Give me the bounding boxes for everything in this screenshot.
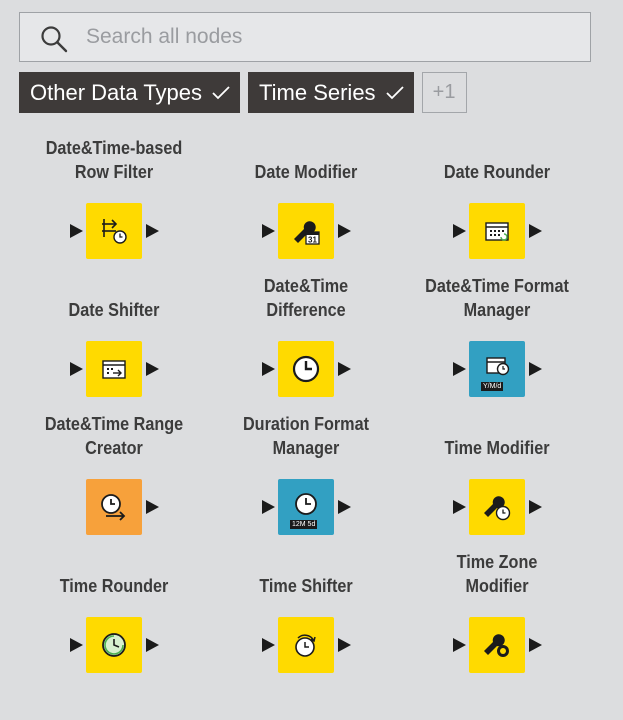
search-icon xyxy=(41,26,68,53)
input-port-icon xyxy=(453,362,466,376)
input-port-icon xyxy=(453,638,466,652)
node-label: Time Modifier xyxy=(444,438,550,458)
node-label: Date&Time xyxy=(263,276,349,296)
node-label: Difference xyxy=(266,300,346,320)
tag-label: Other Data Types xyxy=(30,79,203,105)
wrench-clock-icon xyxy=(484,496,511,521)
calendar-rounder-icon xyxy=(485,222,509,241)
node-icon-box[interactable]: Y/M/d xyxy=(469,341,525,397)
node-label: Date&Time Range xyxy=(44,414,184,434)
output-port-icon xyxy=(338,638,351,652)
node-label: Modifier xyxy=(465,576,529,596)
tag-label: Time Series xyxy=(259,79,376,105)
node-label: Date Modifier xyxy=(254,162,358,182)
node-icon-box[interactable]: 12M 5d xyxy=(278,479,334,535)
input-port-icon xyxy=(453,500,466,514)
output-port-icon xyxy=(529,362,542,376)
input-port-icon xyxy=(70,224,83,238)
node-icon-box[interactable] xyxy=(278,341,334,397)
node-badge: Y/M/d xyxy=(481,382,504,391)
node-icon-box[interactable] xyxy=(469,617,525,673)
output-port-icon xyxy=(529,500,542,514)
check-icon xyxy=(212,85,230,99)
output-port-icon xyxy=(146,500,159,514)
more-tags-button[interactable]: +1 xyxy=(421,72,467,113)
node-icon-box[interactable] xyxy=(86,479,142,535)
input-port-icon xyxy=(262,500,275,514)
node-label: Date Shifter xyxy=(68,300,160,320)
node-icon-box[interactable] xyxy=(278,617,334,673)
node-label: Date&Time Format xyxy=(425,276,569,296)
node-label: Row Filter xyxy=(74,162,154,182)
node-icon-box[interactable] xyxy=(86,203,142,259)
clock-rounder-icon xyxy=(102,633,126,657)
calendar-shift-icon xyxy=(102,360,126,379)
input-port-icon xyxy=(262,638,275,652)
node-label: Time Rounder xyxy=(59,576,169,596)
clock-shift-icon xyxy=(295,634,316,657)
node-label: Manager xyxy=(463,300,531,320)
search-input[interactable] xyxy=(86,13,580,61)
output-port-icon xyxy=(338,500,351,514)
node-label: Date&Time-based xyxy=(45,138,183,158)
tag-time-series[interactable]: Time Series xyxy=(248,72,414,113)
node-icon-box[interactable] xyxy=(86,341,142,397)
input-port-icon xyxy=(70,362,83,376)
output-port-icon xyxy=(529,224,542,238)
input-port-icon xyxy=(262,224,275,238)
clock-icon xyxy=(292,355,320,383)
input-port-icon xyxy=(453,224,466,238)
input-port-icon xyxy=(262,362,275,376)
tag-filter-bar: Other Data Types Time Series +1 xyxy=(19,72,467,113)
search-bar[interactable] xyxy=(19,12,591,62)
row-filter-clock-icon xyxy=(102,219,127,244)
clock-arrow-icon xyxy=(101,494,126,521)
wrench-calendar-icon: 31 xyxy=(294,221,320,245)
node-icon-box[interactable] xyxy=(469,203,525,259)
node-icon-box[interactable]: 31 xyxy=(278,203,334,259)
calendar-format-icon xyxy=(486,357,510,376)
node-icon-box[interactable] xyxy=(469,479,525,535)
output-port-icon xyxy=(338,362,351,376)
node-badge: 12M 5d xyxy=(290,520,318,529)
wrench-zone-icon xyxy=(484,634,509,657)
input-port-icon xyxy=(70,638,83,652)
node-label: Manager xyxy=(272,438,340,458)
node-label: Time Shifter xyxy=(259,576,353,596)
svg-text:31: 31 xyxy=(308,236,317,245)
tag-other-data-types[interactable]: Other Data Types xyxy=(19,72,241,113)
output-port-icon xyxy=(146,362,159,376)
output-port-icon xyxy=(338,224,351,238)
output-port-icon xyxy=(146,638,159,652)
clock-format-icon xyxy=(295,493,317,515)
check-icon xyxy=(385,85,404,99)
node-icon-box[interactable] xyxy=(86,617,142,673)
node-label: Duration Format xyxy=(242,414,369,434)
output-port-icon xyxy=(529,638,542,652)
node-label: Date Rounder xyxy=(443,162,551,182)
output-port-icon xyxy=(146,224,159,238)
node-label: Creator xyxy=(85,438,143,458)
node-label: Time Zone xyxy=(456,552,538,572)
